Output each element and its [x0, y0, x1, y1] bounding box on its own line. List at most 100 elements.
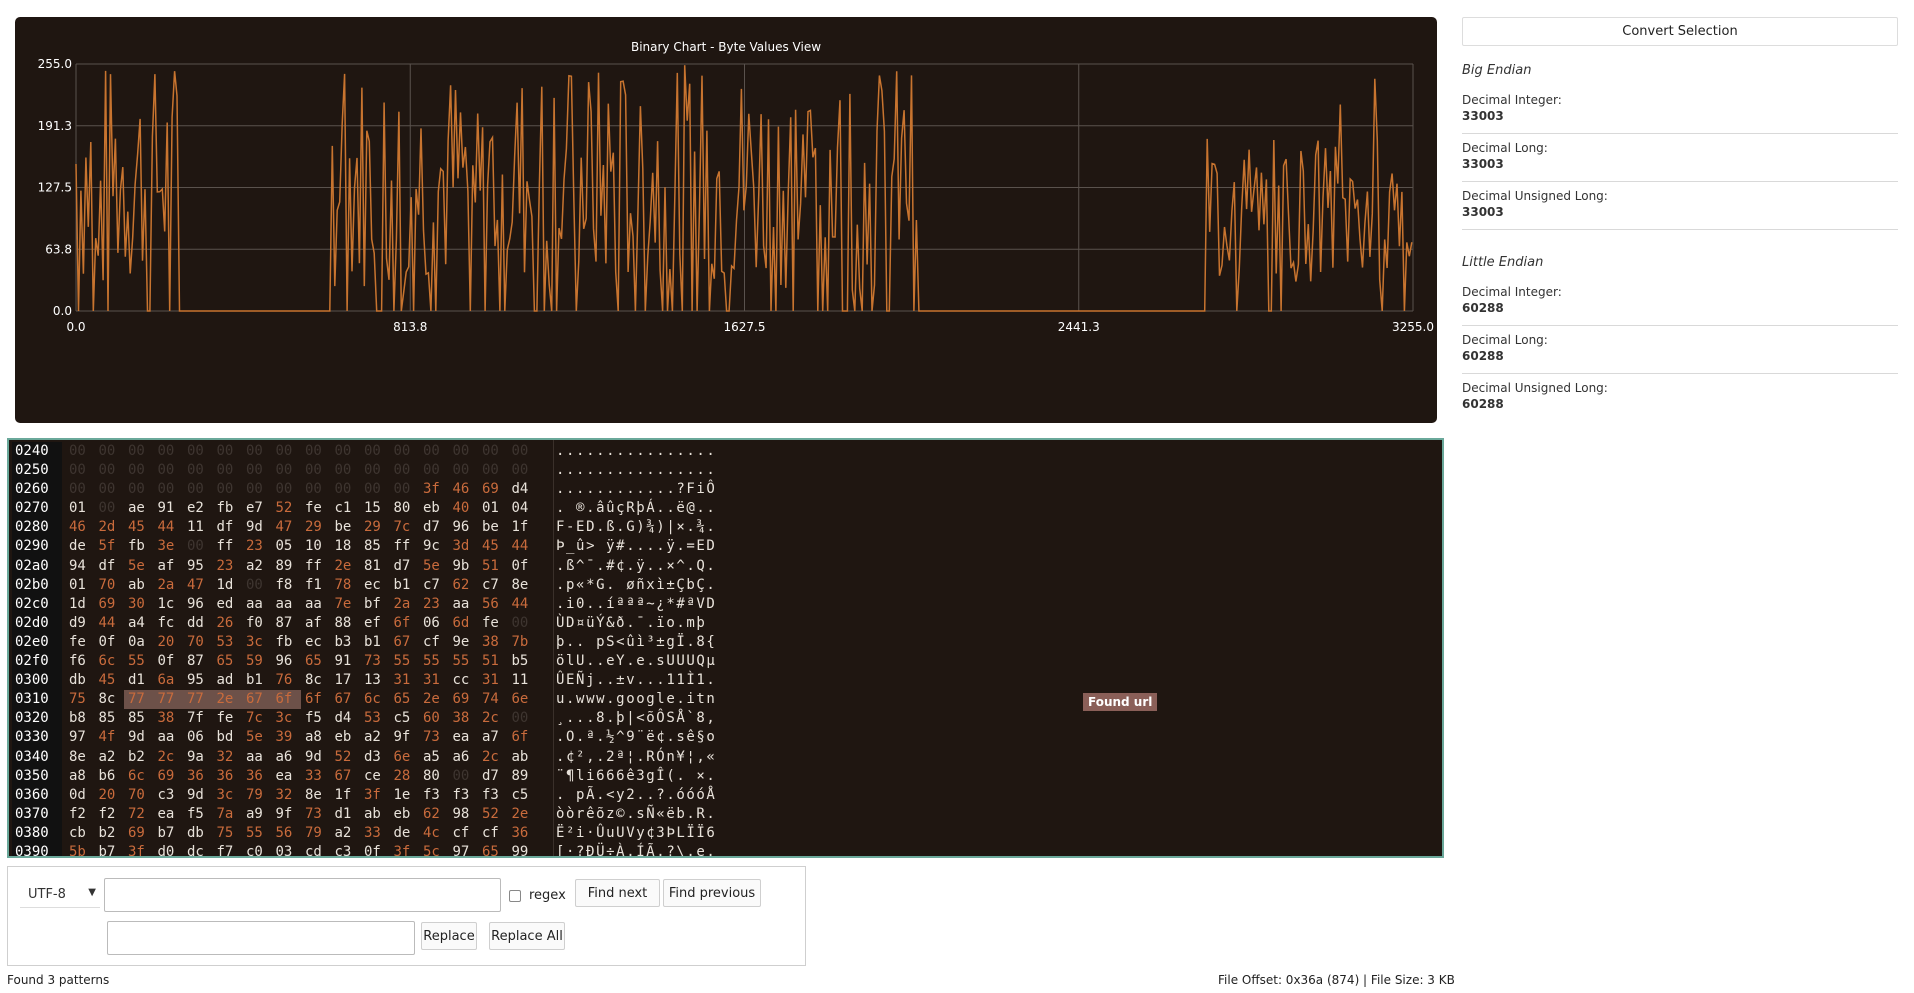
hex-byte[interactable]: 60 [419, 709, 449, 728]
hex-byte[interactable]: bf [360, 595, 390, 614]
replace-button[interactable]: Replace [421, 922, 477, 950]
hex-byte[interactable]: 5b [65, 843, 95, 856]
hex-byte[interactable]: 38 [154, 709, 184, 728]
hex-byte[interactable]: fe [213, 709, 243, 728]
hex-byte[interactable]: 6c [124, 767, 154, 786]
hex-byte[interactable]: 3c [242, 633, 272, 652]
hex-byte[interactable]: 01 [478, 499, 508, 518]
hex-byte[interactable]: f3 [478, 786, 508, 805]
hex-byte[interactable]: dd [183, 614, 213, 633]
hex-byte[interactable]: 77 [183, 690, 213, 710]
hex-byte[interactable]: fe [65, 633, 95, 652]
hex-byte[interactable]: d7 [390, 557, 420, 576]
hex-byte[interactable]: 00 [65, 480, 95, 499]
hex-byte[interactable]: be [331, 518, 361, 537]
hex-byte[interactable]: 87 [272, 614, 302, 633]
hex-byte[interactable]: 9d [183, 786, 213, 805]
hex-byte[interactable]: 79 [301, 824, 331, 843]
hex-byte[interactable]: 1e [390, 786, 420, 805]
hex-byte[interactable]: 6a [154, 671, 184, 690]
hex-byte[interactable]: c7 [419, 576, 449, 595]
hex-row-ascii[interactable]: ¨¶li666ê3gÎ(. ×. [556, 767, 716, 786]
hex-byte[interactable]: 0f [154, 652, 184, 671]
hex-byte[interactable]: 56 [272, 824, 302, 843]
hex-byte[interactable]: ec [360, 576, 390, 595]
hex-byte[interactable]: aa [301, 595, 331, 614]
hex-byte[interactable]: 78 [331, 576, 361, 595]
hex-byte[interactable]: b2 [95, 824, 125, 843]
hex-row-ascii[interactable]: F-ED.ß.G)¾)|×.¾. [556, 518, 716, 537]
hex-byte[interactable]: d1 [331, 805, 361, 824]
hex-byte[interactable]: c3 [331, 843, 361, 856]
hex-byte[interactable]: 00 [272, 480, 302, 499]
hex-byte[interactable]: ab [360, 805, 390, 824]
hex-byte[interactable]: 99 [508, 843, 538, 856]
hex-byte[interactable]: 23 [419, 595, 449, 614]
hex-byte[interactable]: 3e [154, 537, 184, 556]
hex-byte[interactable]: 94 [65, 557, 95, 576]
hex-byte[interactable]: 6c [360, 690, 390, 709]
hex-byte[interactable]: 6f [301, 690, 331, 709]
hex-byte[interactable]: 00 [154, 461, 184, 480]
hex-byte[interactable]: 00 [301, 461, 331, 480]
hex-byte[interactable]: 69 [478, 480, 508, 499]
hex-byte[interactable]: 80 [390, 499, 420, 518]
hex-byte[interactable]: 00 [301, 442, 331, 461]
hex-byte[interactable]: a7 [478, 728, 508, 747]
hex-byte[interactable]: ef [360, 614, 390, 633]
hex-byte[interactable]: b7 [95, 843, 125, 856]
hex-byte[interactable]: 5c [419, 843, 449, 856]
hex-byte[interactable]: f0 [242, 614, 272, 633]
hex-byte[interactable]: b3 [331, 633, 361, 652]
regex-checkbox[interactable] [509, 890, 521, 902]
hex-byte[interactable]: 6e [508, 690, 538, 709]
hex-row-ascii[interactable]: ............?FiÔ [556, 480, 716, 499]
hex-byte[interactable]: 6c [95, 652, 125, 671]
hex-byte[interactable]: 76 [272, 671, 302, 690]
hex-byte[interactable]: 30 [124, 595, 154, 614]
hex-byte[interactable]: 44 [508, 537, 538, 556]
hex-byte[interactable]: 00 [183, 537, 213, 556]
hex-row-ascii[interactable]: òòrêõz©.sÑ«ëb.R. [556, 805, 716, 824]
hex-row-ascii[interactable]: ................ [556, 442, 716, 461]
hex-row-ascii[interactable]: þ.. pS<ûì³±gÏ.8{ [556, 633, 716, 652]
hex-byte[interactable]: a2 [95, 748, 125, 767]
hex-byte[interactable]: b5 [508, 652, 538, 671]
hex-byte[interactable]: 00 [331, 480, 361, 499]
hex-byte[interactable]: 3c [213, 786, 243, 805]
hex-byte[interactable]: 72 [124, 805, 154, 824]
hex-byte[interactable]: 59 [242, 652, 272, 671]
hex-byte[interactable]: 98 [449, 805, 479, 824]
hex-byte[interactable]: aa [242, 595, 272, 614]
hex-byte[interactable]: 2c [478, 709, 508, 728]
hex-byte[interactable]: 73 [419, 728, 449, 747]
hex-byte[interactable]: a6 [449, 748, 479, 767]
hex-byte[interactable]: af [154, 557, 184, 576]
hex-byte[interactable]: 0d [65, 786, 95, 805]
hex-byte[interactable]: c7 [478, 576, 508, 595]
hex-byte[interactable]: fb [272, 633, 302, 652]
hex-byte[interactable]: 00 [124, 480, 154, 499]
hex-byte[interactable]: f7 [213, 843, 243, 856]
hex-byte[interactable]: aa [154, 728, 184, 747]
hex-byte[interactable]: 55 [242, 824, 272, 843]
hex-byte[interactable]: b1 [360, 633, 390, 652]
hex-byte[interactable]: f6 [65, 652, 95, 671]
hex-byte[interactable]: 81 [360, 557, 390, 576]
hex-byte[interactable]: 00 [242, 442, 272, 461]
hex-byte[interactable]: 00 [449, 461, 479, 480]
hex-byte[interactable]: 00 [65, 442, 95, 461]
hex-byte[interactable]: 69 [124, 824, 154, 843]
hex-byte[interactable]: 6d [449, 614, 479, 633]
hex-byte[interactable]: 00 [419, 461, 449, 480]
hex-byte[interactable]: 96 [449, 518, 479, 537]
hex-byte[interactable]: a8 [65, 767, 95, 786]
hex-byte[interactable]: 00 [213, 461, 243, 480]
hex-byte[interactable]: d4 [331, 709, 361, 728]
hex-byte[interactable]: 00 [242, 461, 272, 480]
hex-byte[interactable]: 0f [508, 557, 538, 576]
hex-byte[interactable]: e2 [183, 499, 213, 518]
hex-byte[interactable]: 1f [331, 786, 361, 805]
hex-byte[interactable]: 31 [419, 671, 449, 690]
hex-byte[interactable]: cf [478, 824, 508, 843]
